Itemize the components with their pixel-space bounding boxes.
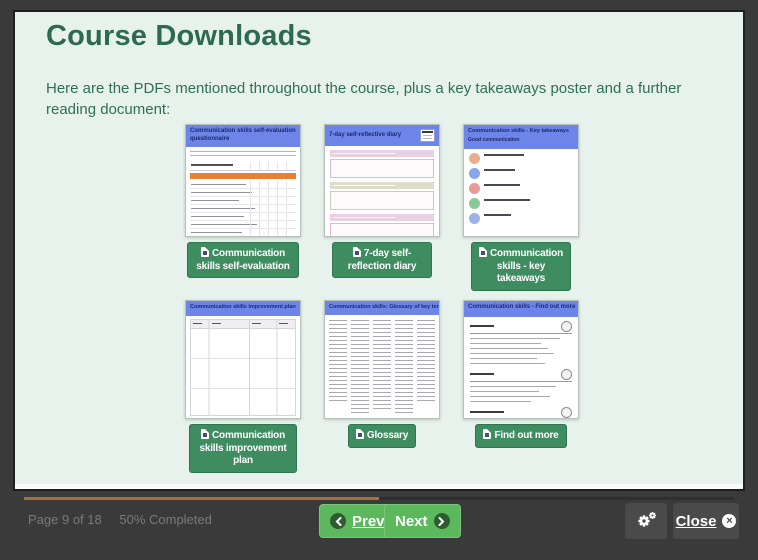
download-button-key-takeaways[interactable]: Communication skills - key takeaways — [471, 242, 571, 291]
cogs-icon — [636, 511, 657, 532]
pdf-preview-glossary: Communication skills: Glossary of key te… — [324, 300, 440, 419]
progress-bar — [24, 497, 734, 500]
download-item-find-out-more: Communication skills - Find out more Fin… — [459, 300, 583, 473]
download-item-glossary: Communication skills: Glossary of key te… — [320, 300, 444, 473]
download-button-find-out-more[interactable]: Find out more — [475, 424, 566, 448]
doc-subtitle: Good communication — [468, 137, 574, 144]
pdf-preview-improvement-plan: Communication skills improvement plan — [185, 300, 301, 419]
doc-body — [464, 153, 578, 224]
doc-body — [329, 320, 435, 416]
file-icon — [201, 429, 209, 439]
close-button[interactable]: Close — [673, 503, 739, 539]
doc-body — [190, 319, 296, 416]
doc-body — [186, 147, 300, 237]
reading-icon — [561, 407, 572, 418]
settings-button[interactable] — [625, 503, 667, 539]
download-item-improvement-plan: Communication skills improvement plan Co… — [181, 300, 305, 473]
doc-title: 7-day self-reflective diary — [329, 132, 401, 140]
car-icon — [469, 213, 480, 224]
doc-title: Communication skills self-evaluation que… — [186, 125, 300, 147]
pdf-preview-diary: 7-day self-reflective diary — [324, 124, 440, 237]
doc-body — [325, 146, 439, 237]
page-subtitle: Here are the PDFs mentioned throughout t… — [46, 78, 724, 120]
chevron-right-icon — [434, 513, 450, 529]
downloads-row-1: Communication skills self-evaluation que… — [181, 124, 583, 291]
download-item-self-evaluation: Communication skills self-evaluation que… — [181, 124, 305, 291]
next-label: Next — [395, 513, 428, 530]
video-icon — [561, 321, 572, 332]
chart-icon — [469, 183, 480, 194]
doc-title: Communication skills - Find out more — [464, 301, 578, 317]
file-icon — [483, 429, 491, 439]
file-icon — [479, 247, 487, 257]
file-icon — [201, 247, 209, 257]
slide-content-area: Course Downloads Here are the PDFs menti… — [13, 10, 745, 491]
completion-status: 50% Completed — [119, 512, 212, 527]
download-button-glossary[interactable]: Glossary — [348, 424, 416, 448]
doc-body — [464, 317, 578, 419]
signpost-icon — [469, 198, 480, 209]
download-item-key-takeaways: Communication skills - Key takeaways Goo… — [459, 124, 583, 291]
doc-title: Communication skills: Glossary of key te… — [325, 301, 439, 315]
ears-icon — [469, 168, 480, 179]
pdf-preview-find-out-more: Communication skills - Find out more — [463, 300, 579, 419]
chevron-left-icon — [330, 513, 346, 529]
close-label: Close — [676, 513, 717, 530]
notepad-icon — [420, 129, 435, 142]
pdf-preview-self-evaluation: Communication skills self-evaluation que… — [185, 124, 301, 237]
download-button-improvement-plan[interactable]: Communication skills improvement plan — [189, 424, 297, 473]
file-icon — [356, 429, 364, 439]
downloads-row-2: Communication skills improvement plan Co… — [181, 300, 583, 473]
book-icon — [561, 369, 572, 380]
prev-label: Prev — [352, 513, 385, 530]
progress-fill — [24, 497, 379, 500]
page-info: Page 9 of 18 50% Completed — [28, 512, 226, 527]
close-circle-icon — [722, 514, 736, 528]
next-button[interactable]: Next — [384, 504, 461, 538]
orange-table-row — [190, 173, 296, 179]
doc-title: Communication skills - Key takeaways — [468, 128, 574, 135]
pdf-preview-key-takeaways: Communication skills - Key takeaways Goo… — [463, 124, 579, 237]
page-title: Course Downloads — [46, 20, 312, 53]
page-counter: Page 9 of 18 — [28, 512, 102, 527]
brain-icon — [469, 153, 480, 164]
file-icon — [353, 247, 361, 257]
doc-title: Communication skills improvement plan — [186, 301, 300, 316]
download-item-diary: 7-day self-reflective diary 7-day self-r… — [320, 124, 444, 291]
download-button-diary[interactable]: 7-day self-reflection diary — [332, 242, 432, 278]
download-button-self-evaluation[interactable]: Communication skills self-evaluation — [187, 242, 299, 278]
